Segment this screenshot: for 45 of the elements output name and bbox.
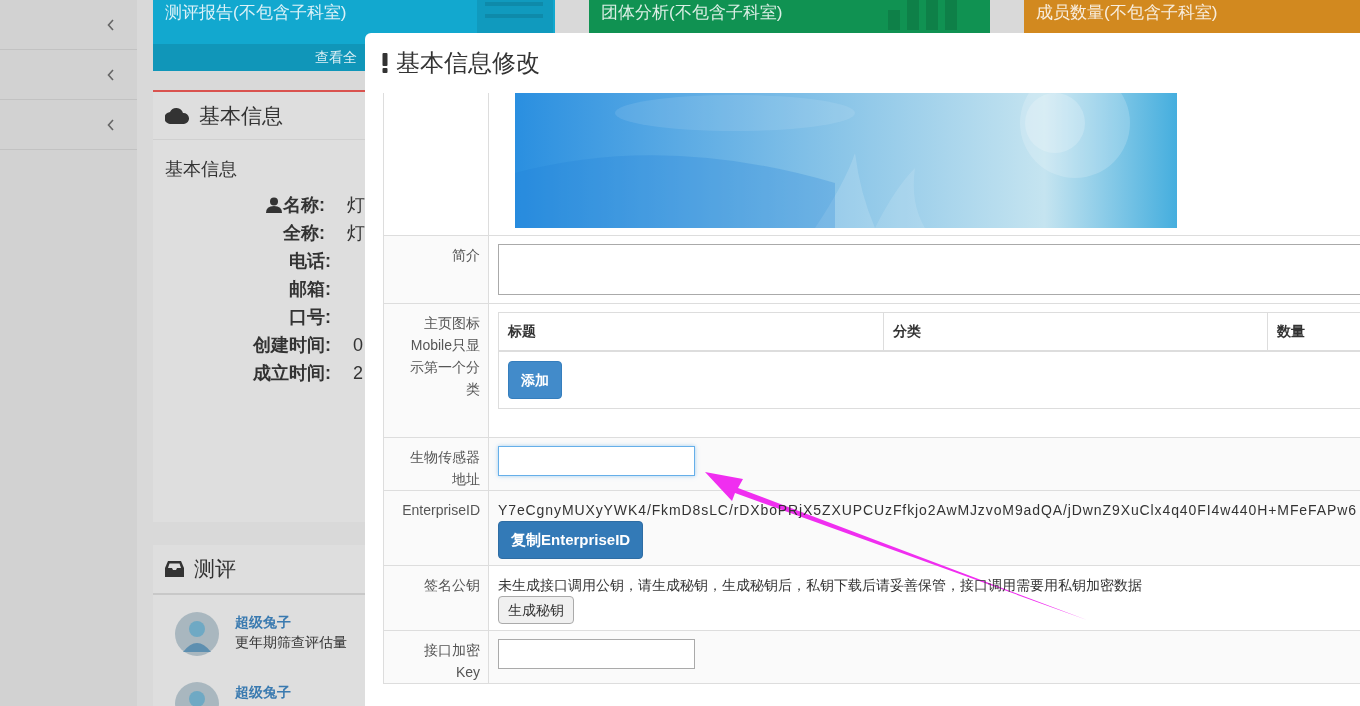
field-label: 口号: (289, 305, 331, 329)
card-title: 成员数量(不包含子科室) (1036, 2, 1218, 24)
column-header: 标题 (507, 322, 537, 341)
field-label: 成立时间: (253, 361, 331, 385)
card-title: 团体分析(不包含子科室) (601, 2, 783, 24)
field-label: 接口加密Key (423, 641, 480, 682)
add-button[interactable]: 添加 (508, 361, 562, 399)
card-title: 测评报告(不包含子科室) (165, 2, 347, 24)
field-label: EnterpriseID (401, 501, 480, 520)
field-label: 简介 (451, 246, 480, 265)
generate-key-button[interactable]: 生成秘钥 (498, 596, 574, 624)
column-header: 数量 (1267, 313, 1360, 350)
user-name-link[interactable]: 超级兔子 (235, 682, 291, 702)
field-label: 创建时间: (253, 333, 331, 357)
chevron-icon[interactable] (107, 118, 115, 131)
field-label: 签名公钥 (423, 576, 480, 595)
panel-title: 测评 (194, 556, 236, 583)
cloud-icon (165, 107, 189, 124)
column-header: 分类 (883, 313, 1267, 350)
field-label: 名称: (283, 193, 325, 217)
text-input[interactable] (498, 446, 695, 476)
field-label: 电话: (289, 249, 331, 273)
exclamation-icon (382, 53, 388, 73)
field-label: 主页图标Mobile只显示第一个分类 (409, 314, 480, 399)
field-label: 全称: (283, 221, 325, 245)
user-name-link[interactable]: 超级兔子 (235, 612, 347, 632)
text-area[interactable] (498, 244, 1360, 295)
field-label: 生物传感器地址 (409, 448, 480, 489)
panel-title: 基本信息 (199, 102, 283, 129)
avatar (175, 612, 219, 656)
user-icon (266, 197, 282, 213)
text-input[interactable] (498, 639, 695, 669)
chevron-icon[interactable] (107, 68, 115, 81)
field-value: 灯 (347, 221, 365, 245)
evaluation-name: 更年期筛查评估量 (235, 633, 347, 652)
inbox-icon (165, 561, 184, 577)
view-all-link[interactable]: 查看全 (315, 49, 357, 65)
modal-title: 基本信息修改 (396, 48, 540, 78)
field-value: 2 (353, 361, 363, 385)
chevron-icon[interactable] (107, 18, 115, 31)
field-label: 邮箱: (289, 277, 331, 301)
field-value: 灯 (347, 193, 365, 217)
section-heading: 基本信息 (164, 158, 238, 181)
field-value: 0 (353, 333, 363, 357)
copy-button[interactable]: 复制EnterpriseID (498, 521, 644, 559)
